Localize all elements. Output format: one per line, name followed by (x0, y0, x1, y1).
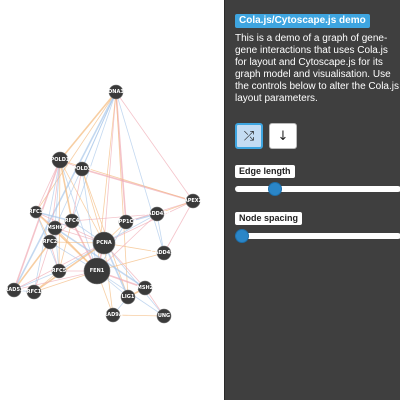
graph-node[interactable]: APEX2 (184, 193, 203, 209)
sort-button[interactable]: ↓ (269, 123, 297, 149)
graph-node[interactable]: RFC5 (51, 263, 67, 279)
param-node-spacing: Node spacing (234, 208, 400, 243)
node-label: PCNA (96, 240, 112, 246)
node-label: POLD3 (73, 166, 92, 172)
graph-node[interactable]: PCNA (92, 231, 116, 255)
slider-thumb[interactable] (267, 182, 282, 196)
slider-thumb[interactable] (234, 229, 249, 243)
graph-edge (115, 91, 165, 254)
node-label: UNG (158, 313, 170, 319)
graph-edge (115, 91, 129, 298)
node-label: RFC2 (43, 239, 58, 245)
graph-node[interactable]: RAD9A (103, 307, 123, 323)
graph-node[interactable]: POLD3 (73, 161, 92, 177)
node-label: PPP1CA (115, 219, 137, 225)
slider-track[interactable] (235, 186, 400, 192)
node-label: POLD1 (51, 157, 70, 163)
graph-canvas[interactable]: DNA3 POLD1 POLD3 RFC3 RFC4 MSH6 RFC2 RFC5 PCNA FE… (0, 0, 224, 400)
node-label: FEN1 (90, 268, 105, 274)
param-edge-length: Edge length (235, 161, 400, 196)
arrow-down-icon: ↓ (277, 128, 289, 144)
node-label: RFC5 (52, 268, 67, 274)
node-label: RFC3 (29, 209, 44, 215)
graph-edge (115, 91, 194, 202)
node-spacing-label: Node spacing (235, 212, 303, 225)
graph-node[interactable]: GADD45A (150, 245, 178, 261)
edge-length-slider[interactable] (235, 182, 400, 196)
node-spacing-slider[interactable] (234, 229, 400, 243)
layout-buttons: ⤮ ↓ (235, 123, 391, 149)
shuffle-icon: ⤮ (243, 128, 255, 144)
node-label: RFC1 (27, 289, 42, 295)
panel-description: This is a demo of a graph of gene-gene i… (235, 33, 399, 104)
panel-title: Cola.js/Cytoscape.js demo (235, 14, 370, 28)
node-label: RAD9A (103, 312, 122, 318)
graph-edge (81, 168, 105, 244)
graph-node[interactable]: DNA3 (108, 84, 124, 100)
node-label: LIG1 (122, 294, 135, 300)
graph-node[interactable]: RFC4 (64, 213, 80, 229)
network-graph[interactable]: DNA3 POLD1POLD3 RFC3 RFC4MSH6 RFC2 RFC5 PCNA FE… (0, 0, 224, 400)
randomize-button[interactable]: ⤮ (235, 123, 263, 149)
node-label: RAD51 (5, 287, 24, 293)
node-label: GADD45A (150, 250, 177, 256)
node-label: RFC4 (65, 218, 80, 224)
slider-track[interactable] (235, 233, 400, 239)
graph-node[interactable]: FEN1 (83, 257, 111, 285)
node-label: MSH2 (137, 285, 154, 291)
control-panel: Cola.js/Cytoscape.js demo This is a demo… (224, 0, 400, 400)
node-label: DNA3 (108, 89, 124, 95)
node-label: GADD45B (143, 211, 170, 217)
graph-node[interactable]: RAD51 (5, 282, 24, 298)
graph-edge (59, 159, 98, 272)
graph-node[interactable]: MSH2 (137, 280, 154, 296)
graph-node[interactable]: LIG1 (120, 289, 136, 305)
node-label: MSH6 (47, 225, 64, 231)
node-label: APEX2 (184, 198, 203, 204)
edge-length-label: Edge length (235, 165, 295, 178)
graph-node[interactable]: UNG (156, 308, 172, 324)
graph-edge (59, 91, 117, 161)
